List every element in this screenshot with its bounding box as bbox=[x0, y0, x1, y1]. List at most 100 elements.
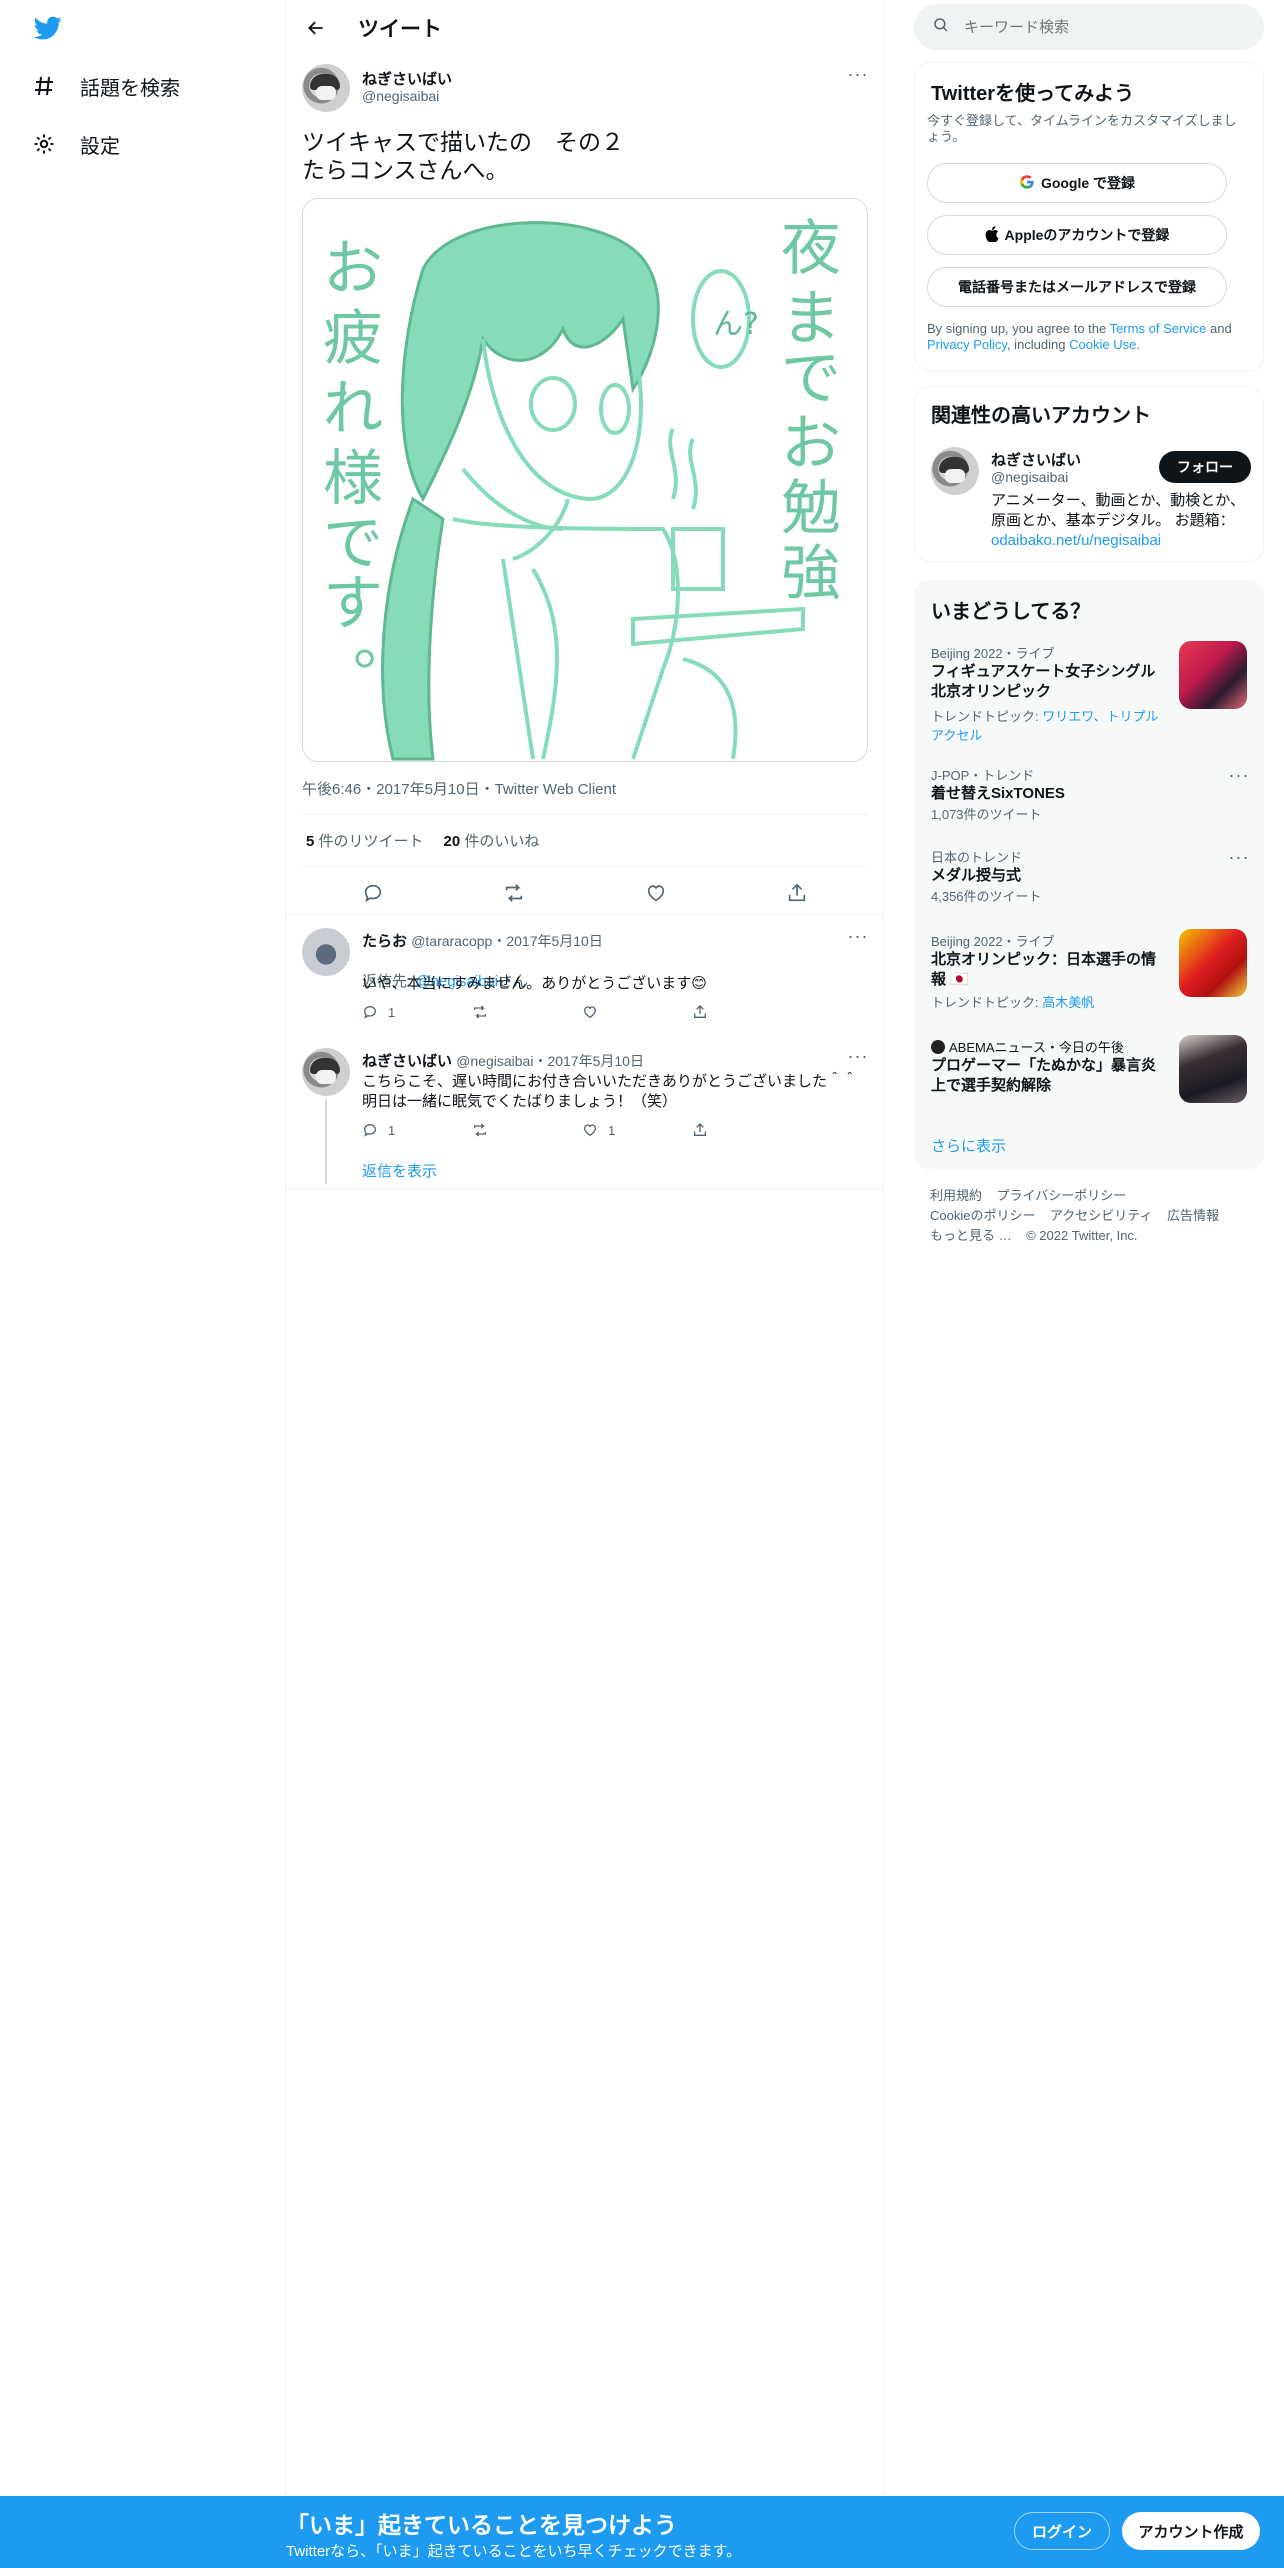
reply-date[interactable]: ・2017年5月10日 bbox=[533, 1053, 644, 1069]
bottom-bar-subtitle: Twitterなら、「いま」起きていることをいち早くチェックできます。 bbox=[286, 2543, 742, 2560]
cookie-link[interactable]: Cookie Use bbox=[1069, 337, 1136, 352]
image-text-left: お 疲 れ 様 で す 。 bbox=[323, 234, 413, 679]
more-options-icon[interactable]: ··· bbox=[1227, 766, 1251, 789]
footer-accessibility-link[interactable]: アクセシビリティ bbox=[1050, 1208, 1153, 1223]
tweet-author-handle[interactable]: @negisaibai bbox=[362, 88, 439, 104]
related-handle[interactable]: @negisaibai bbox=[991, 469, 1068, 485]
like-action[interactable]: 1 bbox=[582, 1122, 692, 1138]
terms-and: and bbox=[1206, 321, 1232, 336]
google-signup-button[interactable]: Google で登録 bbox=[927, 163, 1227, 203]
reply-action[interactable]: 1 bbox=[362, 1122, 472, 1138]
apple-signup-label: Appleのアカウントで登録 bbox=[1004, 227, 1170, 243]
share-action[interactable] bbox=[692, 1122, 802, 1138]
footer-copyright: © 2022 Twitter, Inc. bbox=[1026, 1228, 1138, 1243]
trend-thumbnail[interactable] bbox=[1179, 929, 1247, 997]
trend-thumbnail[interactable] bbox=[1179, 1035, 1247, 1103]
reply-count: 1 bbox=[388, 1004, 396, 1020]
back-button[interactable] bbox=[300, 12, 332, 44]
footer-privacy-link[interactable]: プライバシーポリシー bbox=[996, 1188, 1126, 1203]
divider bbox=[286, 914, 884, 915]
trend-item[interactable]: J-POP・トレンド 着せ替えSixTONES 1,073件のツイート bbox=[931, 765, 1251, 823]
reply-icon[interactable] bbox=[353, 876, 393, 910]
signup-title: Twitterを使ってみよう bbox=[931, 83, 1135, 105]
trend-title: 北京オリンピック：日本選手の情報 🇯🇵 bbox=[931, 951, 1157, 988]
show-more-link[interactable]: さらに表示 bbox=[931, 1135, 1006, 1156]
reply-tweet[interactable]: たらお @tararacopp・2017年5月10日 ··· 返信先: @neg… bbox=[286, 924, 884, 1034]
related-title: 関連性の高いアカウント bbox=[931, 405, 1151, 427]
share-icon[interactable] bbox=[777, 876, 817, 910]
retweet-icon[interactable] bbox=[494, 876, 534, 910]
trend-context: J-POP・トレンド bbox=[931, 768, 1035, 783]
related-bio-link[interactable]: odaibako.net/u/negisaibai bbox=[991, 532, 1161, 549]
tweet-actions bbox=[302, 876, 868, 910]
avatar[interactable] bbox=[302, 1048, 350, 1096]
reply-author-name[interactable]: たらお bbox=[362, 933, 407, 950]
trend-sub: トレンドトピック: ワリエワ、トリプルアクセル bbox=[931, 706, 1161, 744]
tweet-stats: 5 件のリツイート 20 件のいいね bbox=[306, 830, 539, 851]
footer-more-link[interactable]: もっと見る … bbox=[930, 1228, 1012, 1243]
page-title: ツイート bbox=[358, 18, 442, 41]
retweet-stat[interactable]: 5 件のリツイート bbox=[306, 830, 424, 851]
footer-terms-link[interactable]: 利用規約 bbox=[930, 1188, 982, 1203]
nav-settings-label: 設定 bbox=[80, 135, 120, 158]
show-replies-link[interactable]: 返信を表示 bbox=[362, 1160, 437, 1181]
reply-author-handle[interactable]: @negisaibai bbox=[456, 1053, 533, 1069]
trend-thumbnail[interactable] bbox=[1179, 641, 1247, 709]
left-nav: 話題を検索 設定 bbox=[0, 0, 286, 2496]
share-icon bbox=[694, 1123, 706, 1136]
twitter-logo-icon[interactable] bbox=[32, 14, 64, 42]
like-stat[interactable]: 20 件のいいね bbox=[444, 830, 540, 851]
reply-author-handle[interactable]: @tararacopp bbox=[411, 933, 492, 949]
avatar[interactable] bbox=[302, 928, 350, 976]
signup-terms: By signing up, you agree to the Terms of… bbox=[927, 321, 1253, 353]
image-char: 様 bbox=[323, 444, 383, 514]
apple-signup-button[interactable]: Appleのアカウントで登録 bbox=[927, 215, 1227, 255]
reply-date[interactable]: ・2017年5月10日 bbox=[492, 933, 603, 949]
phone-signup-button[interactable]: 電話番号またはメールアドレスで登録 bbox=[927, 267, 1227, 307]
google-icon bbox=[1019, 174, 1035, 193]
divider bbox=[302, 814, 868, 815]
more-options-icon[interactable]: ··· bbox=[1227, 848, 1251, 871]
tweet-author-name[interactable]: ねぎさいばい bbox=[362, 68, 452, 89]
search-input[interactable] bbox=[964, 18, 1224, 36]
more-options-icon[interactable]: ··· bbox=[846, 65, 870, 88]
image-char: お bbox=[323, 234, 383, 304]
reply-action[interactable]: 1 bbox=[362, 1004, 472, 1020]
footer-cookie-link[interactable]: Cookieのポリシー bbox=[930, 1208, 1035, 1223]
avatar[interactable] bbox=[302, 64, 350, 112]
login-button[interactable]: ログイン bbox=[1014, 2512, 1110, 2550]
phone-signup-label: 電話番号またはメールアドレスで登録 bbox=[958, 279, 1196, 295]
terms-link[interactable]: Terms of Service bbox=[1110, 321, 1207, 336]
retweet-icon bbox=[474, 1005, 486, 1019]
image-char: 夜 bbox=[781, 214, 841, 284]
reply-author-name[interactable]: ねぎさいばい bbox=[362, 1053, 452, 1070]
reply-tweet[interactable]: ねぎさいばい @negisaibai・2017年5月10日 ··· こちらこそ、… bbox=[286, 1044, 884, 1194]
trend-title: メダル授与式 bbox=[931, 867, 1022, 884]
like-icon[interactable] bbox=[636, 876, 676, 910]
footer-ads-link[interactable]: 広告情報 bbox=[1167, 1208, 1219, 1223]
signup-button[interactable]: アカウント作成 bbox=[1122, 2512, 1260, 2550]
reply-count: 1 bbox=[388, 1122, 396, 1138]
nav-explore[interactable]: 話題を検索 bbox=[30, 64, 180, 108]
image-char: で bbox=[781, 344, 841, 414]
share-action[interactable] bbox=[692, 1004, 802, 1020]
signup-card: Twitterを使ってみよう 今すぐ登録して、タイムラインをカスタマイズしましょ… bbox=[914, 62, 1264, 372]
retweet-count: 5 bbox=[306, 833, 315, 850]
avatar[interactable] bbox=[931, 447, 979, 495]
retweet-action[interactable] bbox=[472, 1122, 582, 1138]
follow-button[interactable]: フォロー bbox=[1159, 451, 1251, 483]
like-action[interactable] bbox=[582, 1004, 692, 1020]
tweet-image[interactable]: ん? 夜 ま で お 勉 強 お 疲 れ 様 で す 。 bbox=[302, 198, 868, 762]
tweet-meta: 午後6:46・2017年5月10日・Twitter Web Client bbox=[302, 781, 617, 798]
more-options-icon[interactable]: ··· bbox=[846, 927, 870, 950]
trend-item[interactable]: 日本のトレンド メダル授与式 4,356件のツイート bbox=[931, 847, 1251, 905]
privacy-link[interactable]: Privacy Policy bbox=[927, 337, 1007, 352]
nav-settings[interactable]: 設定 bbox=[30, 122, 120, 166]
related-name[interactable]: ねぎさいばい bbox=[991, 449, 1081, 470]
retweet-action[interactable] bbox=[472, 1004, 582, 1020]
reply-actions: 1 bbox=[362, 1004, 802, 1020]
retweet-icon bbox=[474, 1123, 486, 1137]
search-box[interactable] bbox=[914, 4, 1264, 50]
more-options-icon[interactable]: ··· bbox=[846, 1047, 870, 1070]
thread-dots-icon: · · · bbox=[324, 1155, 329, 1183]
